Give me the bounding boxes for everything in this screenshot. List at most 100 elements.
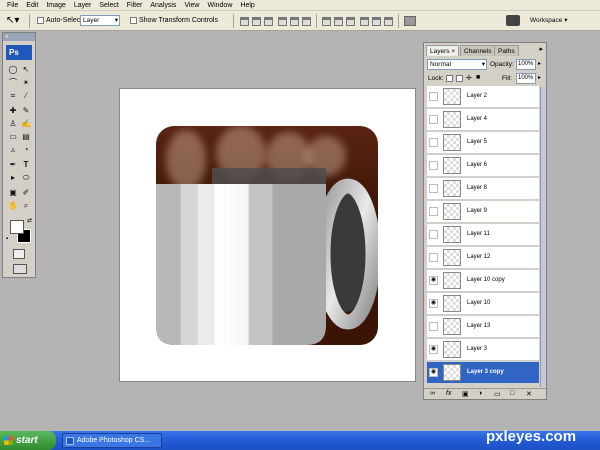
layer-row[interactable]: ◉ Layer 10 copy <box>427 270 539 292</box>
distribute-hcenter-icon[interactable] <box>372 17 381 26</box>
photoshop-task-button[interactable]: Adobe Photoshop CS... <box>62 433 162 448</box>
menu-view[interactable]: View <box>180 0 203 11</box>
eraser-tool-icon[interactable]: ▭ <box>7 131 19 143</box>
layer-row[interactable]: ◉ Layer 10 <box>427 293 539 315</box>
layer-row[interactable]: Layer 2 <box>427 86 539 108</box>
align-top-icon[interactable] <box>240 17 249 26</box>
layer-style-icon[interactable]: fx <box>446 390 451 397</box>
fill-slider-arrow-icon[interactable]: ▸ <box>538 74 541 81</box>
path-selection-tool-icon[interactable]: ▸ <box>7 172 19 184</box>
layer-row[interactable]: Layer 4 <box>427 109 539 131</box>
visibility-eye-icon[interactable]: ◉ <box>429 345 438 354</box>
pen-tool-icon[interactable]: ✒ <box>7 159 19 171</box>
toolbox-collapse-handle[interactable]: « <box>3 33 35 41</box>
visibility-eye-icon[interactable] <box>429 230 438 239</box>
fill-input[interactable]: 100% <box>516 73 536 84</box>
notes-tool-icon[interactable]: ▣ <box>7 187 19 199</box>
align-left-icon[interactable] <box>278 17 287 26</box>
start-button[interactable]: start <box>0 431 56 450</box>
visibility-eye-icon[interactable] <box>429 115 438 124</box>
visibility-eye-icon[interactable] <box>429 161 438 170</box>
layer-row[interactable]: Layer 6 <box>427 155 539 177</box>
visibility-eye-icon[interactable] <box>429 138 438 147</box>
menu-window[interactable]: Window <box>203 0 236 11</box>
swap-colors-icon[interactable]: ⇄ <box>27 217 32 224</box>
lock-position-icon[interactable]: ✛ <box>466 74 472 82</box>
visibility-eye-icon[interactable] <box>429 184 438 193</box>
lock-transparency-icon[interactable] <box>446 75 453 82</box>
blend-mode-dropdown[interactable]: Normal ▾ <box>427 59 487 70</box>
tab-channels[interactable]: Channels <box>460 45 496 56</box>
menu-select[interactable]: Select <box>95 0 122 11</box>
auto-select-checkbox[interactable] <box>37 17 44 24</box>
align-right-icon[interactable] <box>302 17 311 26</box>
marquee-tool-icon[interactable]: ◯ <box>7 64 19 76</box>
screen-mode-icon[interactable] <box>13 264 27 274</box>
workspace-button[interactable]: Workspace ▾ <box>530 16 567 24</box>
visibility-eye-icon[interactable]: ◉ <box>429 368 438 377</box>
layer-list-scrollbar[interactable] <box>540 87 546 387</box>
gradient-tool-icon[interactable]: ▤ <box>20 131 32 143</box>
lock-all-icon[interactable]: ■ <box>476 74 480 81</box>
shape-tool-icon[interactable]: ⬭ <box>20 172 32 184</box>
slice-tool-icon[interactable]: ∕ <box>20 90 32 102</box>
distribute-right-icon[interactable] <box>384 17 393 26</box>
visibility-eye-icon[interactable] <box>429 92 438 101</box>
layer-row[interactable]: ◉ Layer 3 <box>427 339 539 361</box>
new-layer-icon[interactable]: □ <box>510 390 514 397</box>
visibility-eye-icon[interactable]: ◉ <box>429 276 438 285</box>
dodge-tool-icon[interactable]: ◔ <box>20 144 32 156</box>
close-icon[interactable]: × <box>451 48 455 55</box>
menu-analysis[interactable]: Analysis <box>146 0 180 11</box>
auto-align-icon[interactable] <box>404 16 416 26</box>
brush-tool-icon[interactable]: ✎ <box>20 105 32 117</box>
lock-pixels-icon[interactable] <box>456 75 463 82</box>
transform-controls-checkbox[interactable] <box>130 17 137 24</box>
distribute-bottom-icon[interactable] <box>346 17 355 26</box>
default-colors-icon[interactable]: ▪ <box>6 236 8 242</box>
distribute-vcenter-icon[interactable] <box>334 17 343 26</box>
layer-row[interactable]: Layer 11 <box>427 224 539 246</box>
layer-row[interactable]: Layer 13 <box>427 316 539 338</box>
menu-file[interactable]: File <box>3 0 22 11</box>
layer-row[interactable]: Layer 8 <box>427 178 539 200</box>
healing-brush-tool-icon[interactable]: ✚ <box>7 105 19 117</box>
menu-edit[interactable]: Edit <box>22 0 42 11</box>
layer-row[interactable]: Layer 9 <box>427 201 539 223</box>
magic-wand-tool-icon[interactable]: ✴ <box>20 77 32 89</box>
move-tool-preset-icon[interactable]: ↖▾ <box>6 15 19 27</box>
adjustment-layer-icon[interactable]: ◑ <box>478 390 482 397</box>
eyedropper-tool-icon[interactable]: ✐ <box>20 187 32 199</box>
tab-layers[interactable]: Layers × <box>426 45 460 56</box>
crop-tool-icon[interactable]: ⌗ <box>7 90 19 102</box>
opacity-slider-arrow-icon[interactable]: ▸ <box>538 60 541 67</box>
move-tool-icon[interactable]: ↖ <box>20 64 32 76</box>
hand-tool-icon[interactable]: ✋ <box>7 200 19 212</box>
layer-row[interactable]: Layer 5 <box>427 132 539 154</box>
align-bottom-icon[interactable] <box>264 17 273 26</box>
lasso-tool-icon[interactable]: ⌒ <box>7 77 19 89</box>
align-vcenter-icon[interactable] <box>252 17 261 26</box>
menu-layer[interactable]: Layer <box>70 0 96 11</box>
menu-help[interactable]: Help <box>236 0 258 11</box>
visibility-eye-icon[interactable] <box>429 207 438 216</box>
panel-menu-icon[interactable]: ▸ <box>539 45 543 53</box>
auto-select-dropdown[interactable]: Layer ▾ <box>80 15 120 26</box>
quick-mask-icon[interactable] <box>13 249 25 259</box>
layer-mask-icon[interactable]: ▣ <box>462 390 469 398</box>
distribute-top-icon[interactable] <box>322 17 331 26</box>
menu-image[interactable]: Image <box>42 0 69 11</box>
history-brush-tool-icon[interactable]: ✍ <box>20 118 32 130</box>
blur-tool-icon[interactable]: ▵ <box>7 144 19 156</box>
clone-stamp-tool-icon[interactable]: ♙ <box>7 118 19 130</box>
delete-layer-icon[interactable]: ✕ <box>526 390 532 398</box>
visibility-eye-icon[interactable]: ◉ <box>429 299 438 308</box>
layer-row[interactable]: ◉ Layer 3 copy <box>427 362 539 384</box>
zoom-tool-icon[interactable]: ⌕ <box>20 200 32 212</box>
foreground-color-swatch[interactable] <box>10 220 24 234</box>
link-layers-icon[interactable]: ∞ <box>430 390 435 397</box>
menu-filter[interactable]: Filter <box>123 0 147 11</box>
tab-paths[interactable]: Paths <box>494 45 519 56</box>
visibility-eye-icon[interactable] <box>429 322 438 331</box>
type-tool-icon[interactable]: T <box>20 159 32 171</box>
